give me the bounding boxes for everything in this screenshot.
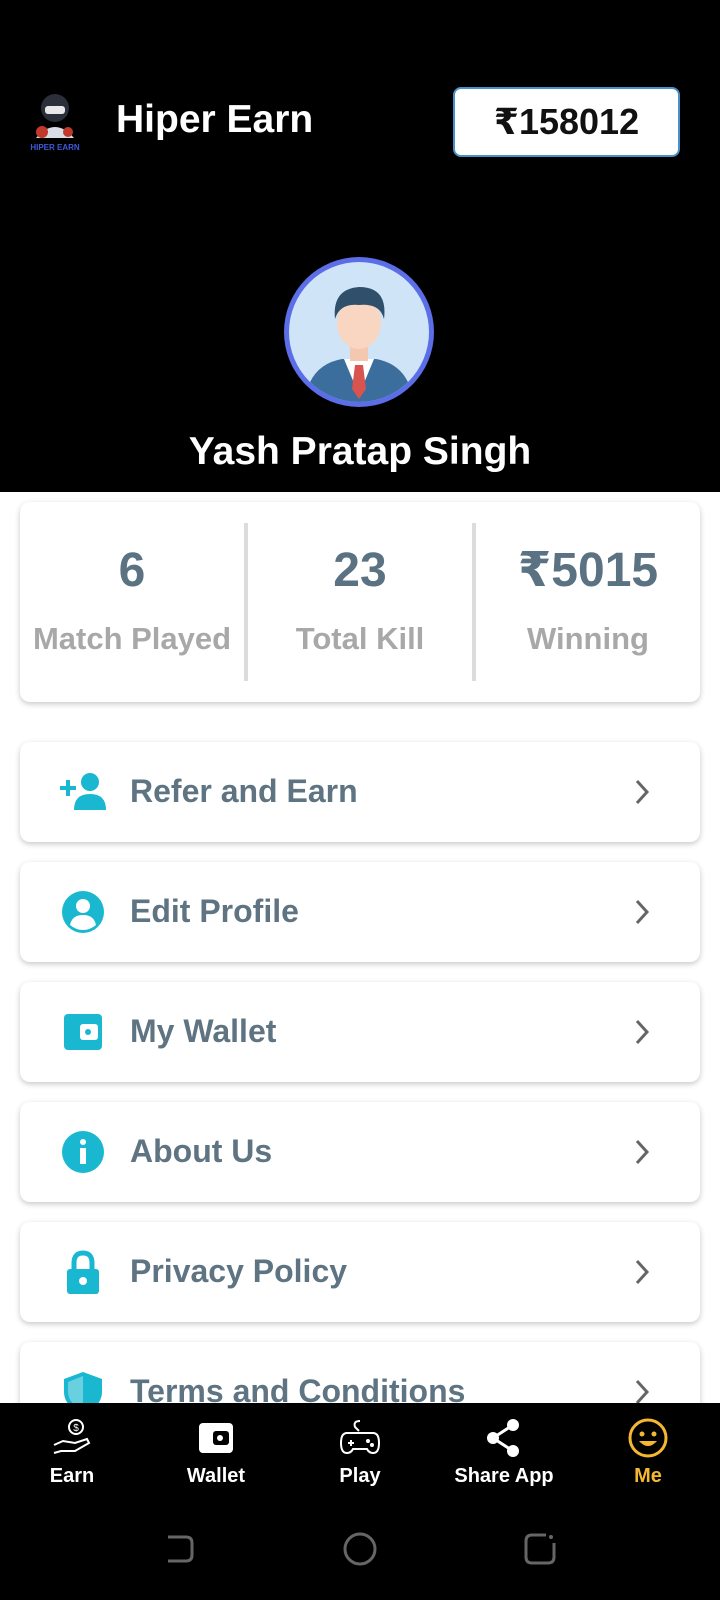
chevron-right-icon xyxy=(635,1259,650,1285)
svg-text:$: $ xyxy=(73,1423,79,1434)
system-recents-icon[interactable] xyxy=(522,1531,558,1567)
chevron-right-icon xyxy=(635,1139,650,1165)
menu-label: Refer and Earn xyxy=(130,773,358,809)
menu-item-edit-profile[interactable]: Edit Profile xyxy=(20,862,700,962)
earn-hand-icon: $ xyxy=(53,1419,91,1454)
wallet-icon xyxy=(64,1014,102,1050)
menu-item-privacy-policy[interactable]: Privacy Policy xyxy=(20,1222,700,1322)
balance-badge[interactable]: ₹158012 xyxy=(453,87,680,157)
chevron-right-icon xyxy=(635,899,650,925)
share-icon xyxy=(487,1419,519,1457)
menu-label: Privacy Policy xyxy=(130,1253,348,1289)
stat-winning: ₹5015 Winning xyxy=(472,523,700,681)
nav-label: Play xyxy=(339,1465,381,1487)
stat-value: ₹5015 xyxy=(517,544,659,597)
add-person-icon xyxy=(60,773,106,810)
stat-matches-played: 6 Match Played xyxy=(20,523,244,681)
stats-card: 6 Match Played 23 Total Kill ₹5015 Winni… xyxy=(20,502,700,702)
wallet-icon xyxy=(199,1423,233,1453)
system-back-icon[interactable] xyxy=(160,1531,196,1567)
menu-label: My Wallet xyxy=(130,1013,277,1049)
info-icon xyxy=(62,1131,104,1173)
stat-value: 6 xyxy=(118,544,146,597)
bottom-nav: $ Earn Wallet Play Share App Me xyxy=(0,1403,720,1600)
smiley-icon xyxy=(628,1418,668,1458)
nav-item-play[interactable]: Play xyxy=(288,1417,432,1497)
stat-value: 23 xyxy=(333,544,387,597)
nav-item-me[interactable]: Me xyxy=(576,1417,720,1497)
chevron-right-icon xyxy=(635,1379,650,1405)
chevron-right-icon xyxy=(635,779,650,805)
nav-label: Me xyxy=(634,1465,662,1487)
menu-label: Edit Profile xyxy=(130,893,299,929)
nav-item-wallet[interactable]: Wallet xyxy=(144,1417,288,1497)
nav-label: Wallet xyxy=(186,1465,246,1487)
stat-label: Match Played xyxy=(32,621,232,656)
user-name: Yash Pratap Singh xyxy=(188,430,532,473)
menu-item-refer-and-earn[interactable]: Refer and Earn xyxy=(20,742,700,842)
nav-label: Share App xyxy=(454,1465,554,1487)
gamepad-icon xyxy=(339,1420,381,1455)
logo-text: HIPER EARN xyxy=(30,143,80,152)
nav-item-earn[interactable]: $ Earn xyxy=(0,1417,144,1497)
app-title: Hiper Earn xyxy=(116,98,314,141)
menu-item-about-us[interactable]: About Us xyxy=(20,1102,700,1202)
account-circle-icon xyxy=(62,891,104,933)
stat-label: Winning xyxy=(527,621,649,656)
app-logo: HIPER EARN xyxy=(30,94,80,152)
menu-item-my-wallet[interactable]: My Wallet xyxy=(20,982,700,1082)
system-home-icon[interactable] xyxy=(342,1531,378,1567)
stat-label: Total Kill xyxy=(295,621,425,656)
stat-total-kill: 23 Total Kill xyxy=(244,523,472,681)
nav-label: Earn xyxy=(49,1465,95,1487)
chevron-right-icon xyxy=(635,1019,650,1045)
menu-label: About Us xyxy=(130,1133,273,1169)
avatar xyxy=(284,257,434,407)
nav-item-share-app[interactable]: Share App xyxy=(432,1417,576,1497)
profile-header xyxy=(0,0,720,492)
lock-icon xyxy=(67,1250,99,1294)
